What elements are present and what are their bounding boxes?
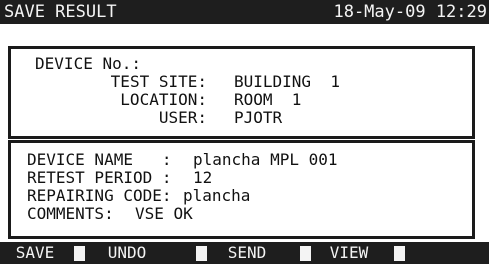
key-separator xyxy=(74,246,85,261)
date-time-readout: 18-May-09 12:29 xyxy=(333,2,487,22)
screen-title: SAVE RESULT xyxy=(4,2,117,22)
key-separator xyxy=(394,246,405,261)
title-bar: SAVE RESULT 18-May-09 12:29 xyxy=(0,0,489,24)
key-separator xyxy=(196,246,207,261)
test-site-field[interactable]: BUILDING 1 xyxy=(234,73,340,91)
view-button[interactable]: VIEW xyxy=(316,242,382,264)
device-name-label: DEVICE NAME : xyxy=(27,150,172,169)
save-button[interactable]: SAVE xyxy=(4,242,66,264)
function-key-bar: SAVE UNDO SEND VIEW xyxy=(0,242,489,264)
location-info-panel: DEVICE No.: TEST SITE: BUILDING 1 LOCATI… xyxy=(8,46,475,139)
device-info-panel: DEVICE NAME : plancha MPL 001 RETEST PER… xyxy=(8,140,475,239)
device-number-label: DEVICE No.: xyxy=(35,54,141,73)
location-label: LOCATION: xyxy=(120,90,207,109)
instrument-screen: SAVE RESULT 18-May-09 12:29 DEVICE No.: … xyxy=(0,0,489,264)
device-name-field[interactable]: plancha MPL 001 xyxy=(193,151,338,169)
retest-period-field[interactable]: 12 xyxy=(193,169,212,187)
user-field[interactable]: PJOTR xyxy=(234,109,282,127)
repairing-code-label: REPAIRING CODE: xyxy=(27,186,172,205)
retest-period-label: RETEST PERIOD : xyxy=(27,168,172,187)
test-site-label: TEST SITE: xyxy=(110,72,207,91)
undo-button[interactable]: UNDO xyxy=(94,242,160,264)
key-separator xyxy=(300,246,311,261)
location-field[interactable]: ROOM 1 xyxy=(234,91,301,109)
comments-field[interactable]: VSE OK xyxy=(135,205,193,223)
repairing-code-field[interactable]: plancha xyxy=(183,187,250,205)
send-button[interactable]: SEND xyxy=(214,242,280,264)
comments-label: COMMENTS: xyxy=(27,204,114,223)
user-label: USER: xyxy=(158,108,207,127)
